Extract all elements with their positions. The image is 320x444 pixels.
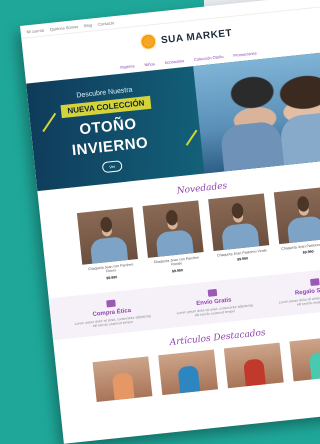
product-jacket <box>155 229 193 257</box>
product-card[interactable]: Chaqueta Jean con Parches Flores $9.990 <box>77 207 140 282</box>
product-jacket <box>221 222 259 250</box>
featured-product-image[interactable] <box>93 357 153 403</box>
hero-figure-right <box>279 110 320 165</box>
product-card[interactable]: Chaqueta Jean Pastoreo Vintage $9.990 <box>274 187 320 262</box>
hero-cta-button[interactable]: Ver <box>102 160 123 173</box>
nav-item-autumn-collection[interactable]: Colección Otoño <box>194 54 224 62</box>
product-image[interactable] <box>143 200 204 258</box>
featured-figure <box>112 372 135 400</box>
top-link-about[interactable]: Quiénes Somos <box>50 23 79 31</box>
nav-item-kids[interactable]: Niños <box>144 61 155 67</box>
product-image[interactable] <box>274 187 320 245</box>
feature-gift: Regalo Seguro Lorem ipsum dolor sit amet… <box>276 274 320 308</box>
nav-item-accessories[interactable]: Accesorios <box>164 58 184 65</box>
top-link-contact[interactable]: Contacto <box>98 20 114 27</box>
featured-figure <box>178 366 201 394</box>
top-link-account[interactable]: Mi cuenta <box>26 27 44 34</box>
featured-figure <box>309 352 320 380</box>
hero-badge: NUEVA COLECCIÓN <box>61 96 151 118</box>
product-jacket <box>287 215 320 243</box>
hero-photo <box>193 49 320 173</box>
hero-figure-left <box>220 120 284 171</box>
feature-shipping: Envío Gratis Lorem ipsum dolor sit amet,… <box>174 285 254 319</box>
webpage-mockup: Mi cuenta Quiénes Somos Blog Contacto SU… <box>20 0 320 444</box>
gift-icon <box>310 278 320 286</box>
shirt-icon <box>106 299 116 307</box>
truck-icon <box>208 289 218 297</box>
nav-item-women[interactable]: Mujeres <box>120 63 135 69</box>
brand-name: SUA MARKET <box>161 27 233 45</box>
featured-product-image[interactable] <box>158 350 218 396</box>
product-image[interactable] <box>208 193 269 251</box>
featured-product-image[interactable] <box>289 336 320 382</box>
product-image[interactable] <box>77 207 138 265</box>
hero-streak <box>186 130 198 146</box>
hero-text: Descubre Nuestra NUEVA COLECCIÓN OTOÑO I… <box>49 84 167 179</box>
product-card[interactable]: Chaqueta Jean con Parches Rockie $9.990 <box>143 200 206 275</box>
top-link-blog[interactable]: Blog <box>84 22 92 28</box>
product-card[interactable]: Chaqueta Jean Pastoreo Verde $9.990 <box>208 193 271 268</box>
sun-logo-icon <box>139 33 157 51</box>
featured-figure <box>243 359 266 387</box>
product-jacket <box>90 236 128 264</box>
feature-ethical: Compra Ética Lorem ipsum dolor sit amet,… <box>72 296 152 330</box>
nav-item-promotions[interactable]: Promociones <box>233 50 257 57</box>
featured-product-image[interactable] <box>224 343 284 389</box>
